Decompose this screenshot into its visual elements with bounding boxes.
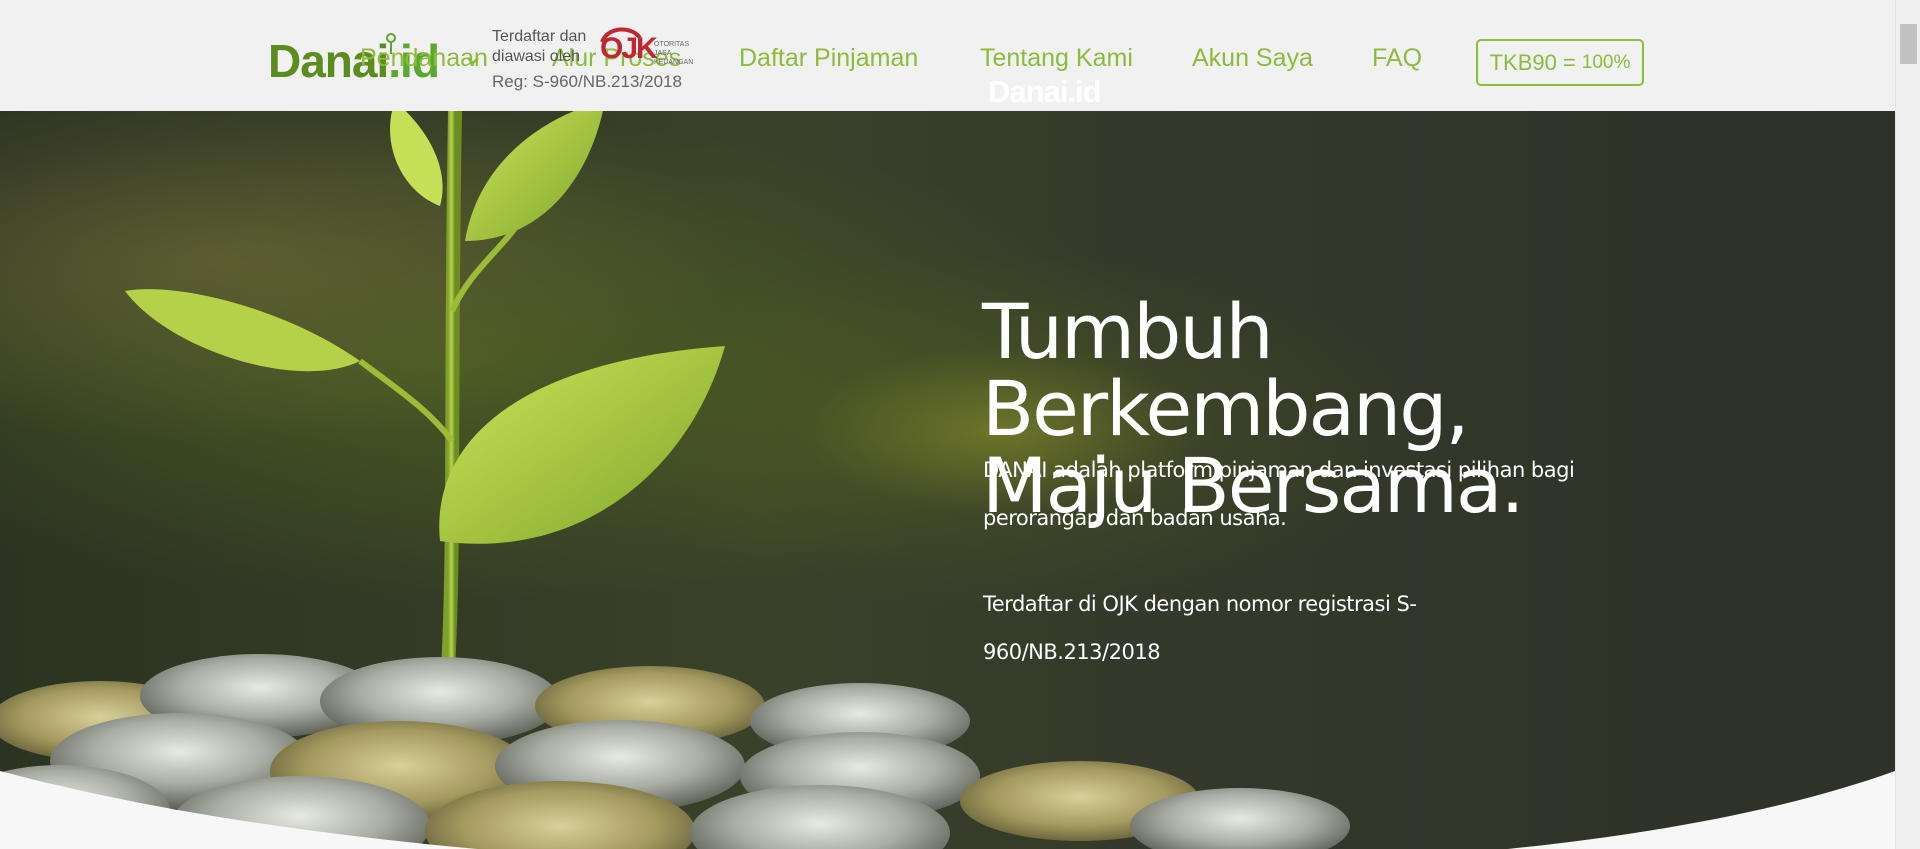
headline-line-2: Berkembang,: [982, 364, 1470, 453]
site-header: Danai.id Pendanaan Alur Proses Terdaftar…: [0, 0, 1895, 111]
ojk-logo-subtitle: OTORITAS JASA KEUANGAN: [654, 41, 694, 66]
ojk-logo: OJK OTORITAS JASA KEUANGAN: [600, 27, 704, 70]
tkb90-button[interactable]: TKB90 = 100%: [1476, 39, 1644, 86]
ojk-registration-block: Terdaftar dan diawasi oleh OJK OTORITAS …: [492, 27, 742, 98]
scrollbar-thumb[interactable]: [1900, 24, 1917, 64]
overlay-logo: Danai.id: [988, 74, 1102, 109]
hero-registration-note: Terdaftar di OJK dengan nomor registrasi…: [983, 592, 1417, 664]
tkb90-value: 100%: [1581, 51, 1631, 73]
ojk-logo-text: OJK: [600, 32, 658, 65]
nav-daftar-pinjaman[interactable]: Daftar Pinjaman: [739, 44, 918, 73]
hero-description: DANAI adalah platform pinjaman dan inves…: [983, 458, 1575, 530]
chevron-down-icon[interactable]: [466, 56, 480, 66]
headline-line-1: Tumbuh: [982, 287, 1274, 376]
ojk-label-line2: diawasi oleh: [492, 48, 581, 65]
nav-faq[interactable]: FAQ: [1372, 44, 1422, 73]
hero-section: Tumbuh Berkembang, Maju Bersama. DANAI a…: [0, 111, 1895, 849]
nav-akun-saya[interactable]: Akun Saya: [1192, 44, 1313, 73]
ojk-registration-number: Reg: S-960/NB.213/2018: [492, 72, 682, 91]
ojk-label-line1: Terdaftar dan: [492, 28, 587, 45]
nav-tentang-kami[interactable]: Tentang Kami: [980, 44, 1133, 73]
tkb90-label: TKB90 =: [1489, 49, 1576, 75]
vertical-scrollbar[interactable]: [1895, 0, 1920, 849]
